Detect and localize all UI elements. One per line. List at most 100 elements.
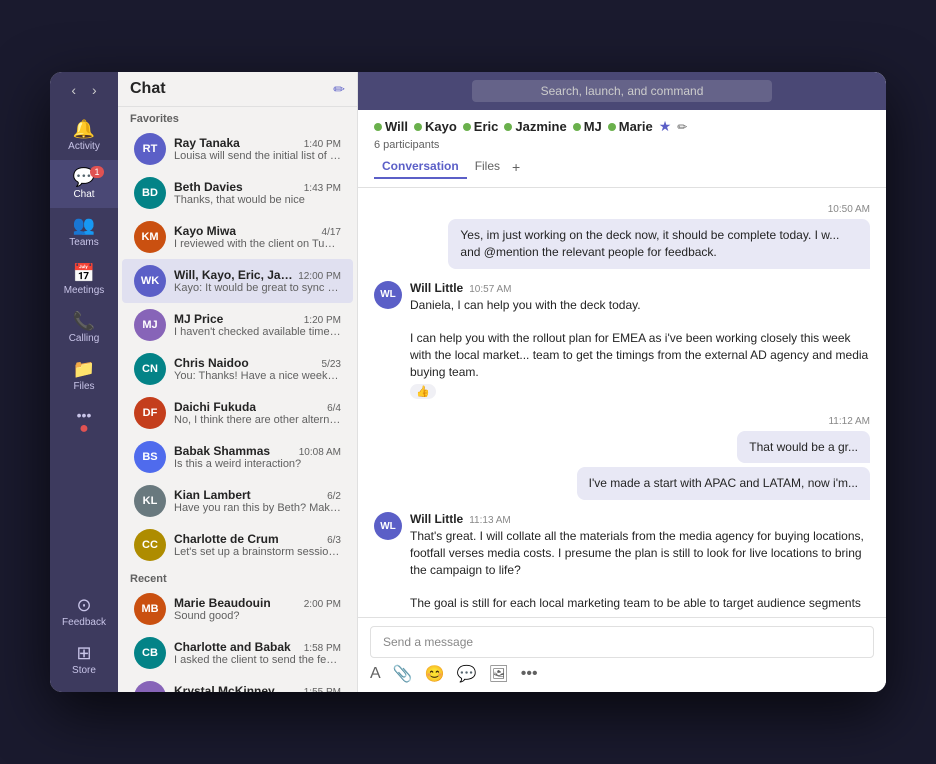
status-dot: [463, 123, 471, 131]
attach-icon[interactable]: 📎: [393, 664, 413, 684]
gif-icon[interactable]: 💬: [457, 664, 477, 684]
nav-bottom: ⊙ Feedback ⊞ Store: [50, 588, 118, 684]
message-left: WL Will Little 11:13 AM That's great. I …: [374, 512, 870, 612]
nav-label-files: Files: [73, 381, 94, 392]
chat-name: Charlotte de Crum: [174, 532, 279, 546]
chat-time: 6/2: [327, 491, 341, 502]
chat-preview: No, I think there are other alternatives…: [174, 414, 341, 426]
store-icon: ⊞: [76, 644, 91, 662]
tab-conversation[interactable]: Conversation: [374, 155, 467, 179]
list-item[interactable]: KM Krystal McKinney 1:55 PM Yes?: [122, 675, 353, 692]
chat-list-scroll[interactable]: Favorites RT Ray Tanaka 1:40 PM Louisa w…: [118, 107, 357, 692]
meetings-icon: 📅: [73, 264, 95, 282]
recent-label: Recent: [118, 567, 357, 587]
message-time: 11:13 AM: [469, 515, 511, 526]
chat-preview: I haven't checked available times yet: [174, 326, 341, 338]
chat-name: Charlotte and Babak: [174, 640, 291, 654]
avatar: WK: [134, 265, 166, 297]
list-item[interactable]: MJ MJ Price 1:20 PM I haven't checked av…: [122, 303, 353, 347]
chat-tabs: Conversation Files +: [374, 155, 870, 179]
participant-count: 6 participants: [374, 139, 870, 151]
participant-jazmine: Jazmine: [504, 119, 566, 134]
list-item[interactable]: CB Charlotte and Babak 1:58 PM I asked t…: [122, 631, 353, 675]
chat-time: 1:40 PM: [304, 139, 341, 150]
chat-toolbar: A 📎 😊 💬 🖼 •••: [370, 664, 874, 684]
format-icon[interactable]: A: [370, 665, 381, 683]
chat-messages[interactable]: 10:50 AM Yes, im just working on the dec…: [358, 188, 886, 617]
participants-row: Will Kayo Eric Jazmine: [374, 118, 870, 135]
emoji-icon[interactable]: 😊: [425, 664, 445, 684]
add-tab-icon[interactable]: +: [508, 155, 524, 179]
participant-mj: MJ: [573, 119, 602, 134]
chat-preview: I reviewed with the client on Tuesday, s…: [174, 238, 341, 250]
favorite-icon[interactable]: ★: [659, 118, 672, 135]
compose-icon[interactable]: ✏: [333, 81, 345, 98]
tab-files[interactable]: Files: [467, 155, 508, 179]
avatar: CC: [134, 529, 166, 561]
participant-eric: Eric: [463, 119, 499, 134]
chat-main: Search, launch, and command Will Kayo E: [358, 72, 886, 692]
list-item[interactable]: KM Kayo Miwa 4/17 I reviewed with the cl…: [122, 215, 353, 259]
message-reaction: 👍: [410, 384, 436, 399]
participant-marie: Marie: [608, 119, 653, 134]
chat-time: 1:55 PM: [304, 687, 341, 692]
chat-preview: Is this a weird interaction?: [174, 458, 341, 470]
list-item[interactable]: CC Charlotte de Crum 6/3 Let's set up a …: [122, 523, 353, 567]
chat-preview: I asked the client to send the feedback …: [174, 654, 341, 666]
nav-item-more[interactable]: ••• ●: [50, 400, 118, 441]
chat-time: 2:00 PM: [304, 599, 341, 610]
chat-time: 12:00 PM: [298, 271, 341, 282]
sticker-icon[interactable]: 🖼: [488, 664, 508, 684]
nav-label-teams: Teams: [69, 237, 98, 248]
chat-badge: 1: [90, 166, 104, 178]
nav-item-store[interactable]: ⊞ Store: [50, 636, 118, 684]
message-bubble: That would be a gr...: [737, 431, 870, 464]
feedback-icon: ⊙: [76, 596, 91, 614]
chat-time: 10:08 AM: [299, 447, 341, 458]
message-left: WL Will Little 10:57 AM Daniela, I can h…: [374, 281, 870, 400]
chat-item-info: Marie Beaudouin 2:00 PM Sound good?: [174, 596, 341, 622]
edit-icon[interactable]: ✏: [677, 120, 687, 134]
list-item[interactable]: KL Kian Lambert 6/2 Have you ran this by…: [122, 479, 353, 523]
chat-preview: You: Thanks! Have a nice weekend: [174, 370, 341, 382]
chat-list-panel: Chat ✏ Favorites RT Ray Tanaka 1:40 PM L…: [118, 72, 358, 692]
nav-item-activity[interactable]: 🔔 Activity: [50, 112, 118, 160]
list-item[interactable]: MB Marie Beaudouin 2:00 PM Sound good?: [122, 587, 353, 631]
chat-name: Beth Davies: [174, 180, 243, 194]
calling-icon: 📞: [73, 312, 95, 330]
list-item-active[interactable]: WK Will, Kayo, Eric, Jazmine, +2 12:00 P…: [122, 259, 353, 303]
chat-name: Chris Naidoo: [174, 356, 249, 370]
nav-item-feedback[interactable]: ⊙ Feedback: [50, 588, 118, 636]
chat-preview: Sound good?: [174, 610, 341, 622]
activity-icon: 🔔: [73, 120, 95, 138]
list-item[interactable]: CN Chris Naidoo 5/23 You: Thanks! Have a…: [122, 347, 353, 391]
nav-label-calling: Calling: [69, 333, 100, 344]
nav-item-teams[interactable]: 👥 Teams: [50, 208, 118, 256]
nav-item-meetings[interactable]: 📅 Meetings: [50, 256, 118, 304]
avatar: BS: [134, 441, 166, 473]
search-bar: Search, launch, and command: [358, 72, 886, 110]
chat-time: 6/4: [327, 403, 341, 414]
nav-item-calling[interactable]: 📞 Calling: [50, 304, 118, 352]
nav-back[interactable]: ‹: [67, 80, 80, 100]
more-toolbar-icon[interactable]: •••: [521, 665, 538, 683]
chat-time: 1:58 PM: [304, 643, 341, 654]
avatar: MB: [134, 593, 166, 625]
chat-list-title: Chat: [130, 80, 166, 98]
teams-icon: 👥: [73, 216, 95, 234]
nav-item-files[interactable]: 📁 Files: [50, 352, 118, 400]
status-dot: [608, 123, 616, 131]
list-item[interactable]: RT Ray Tanaka 1:40 PM Louisa will send t…: [122, 127, 353, 171]
nav-item-chat[interactable]: 💬 1 Chat: [50, 160, 118, 208]
message-bubble: I've made a start with APAC and LATAM, n…: [577, 467, 870, 500]
search-input[interactable]: Search, launch, and command: [472, 80, 772, 102]
chat-input-area: Send a message A 📎 😊 💬 🖼 •••: [358, 617, 886, 692]
chat-list-header: Chat ✏: [118, 72, 357, 107]
list-item[interactable]: BD Beth Davies 1:43 PM Thanks, that woul…: [122, 171, 353, 215]
list-item[interactable]: BS Babak Shammas 10:08 AM Is this a weir…: [122, 435, 353, 479]
chat-name: Babak Shammas: [174, 444, 270, 458]
list-item[interactable]: DF Daichi Fukuda 6/4 No, I think there a…: [122, 391, 353, 435]
nav-forward[interactable]: ›: [88, 80, 101, 100]
chat-item-info: Charlotte de Crum 6/3 Let's set up a bra…: [174, 532, 341, 558]
message-input[interactable]: Send a message: [370, 626, 874, 658]
